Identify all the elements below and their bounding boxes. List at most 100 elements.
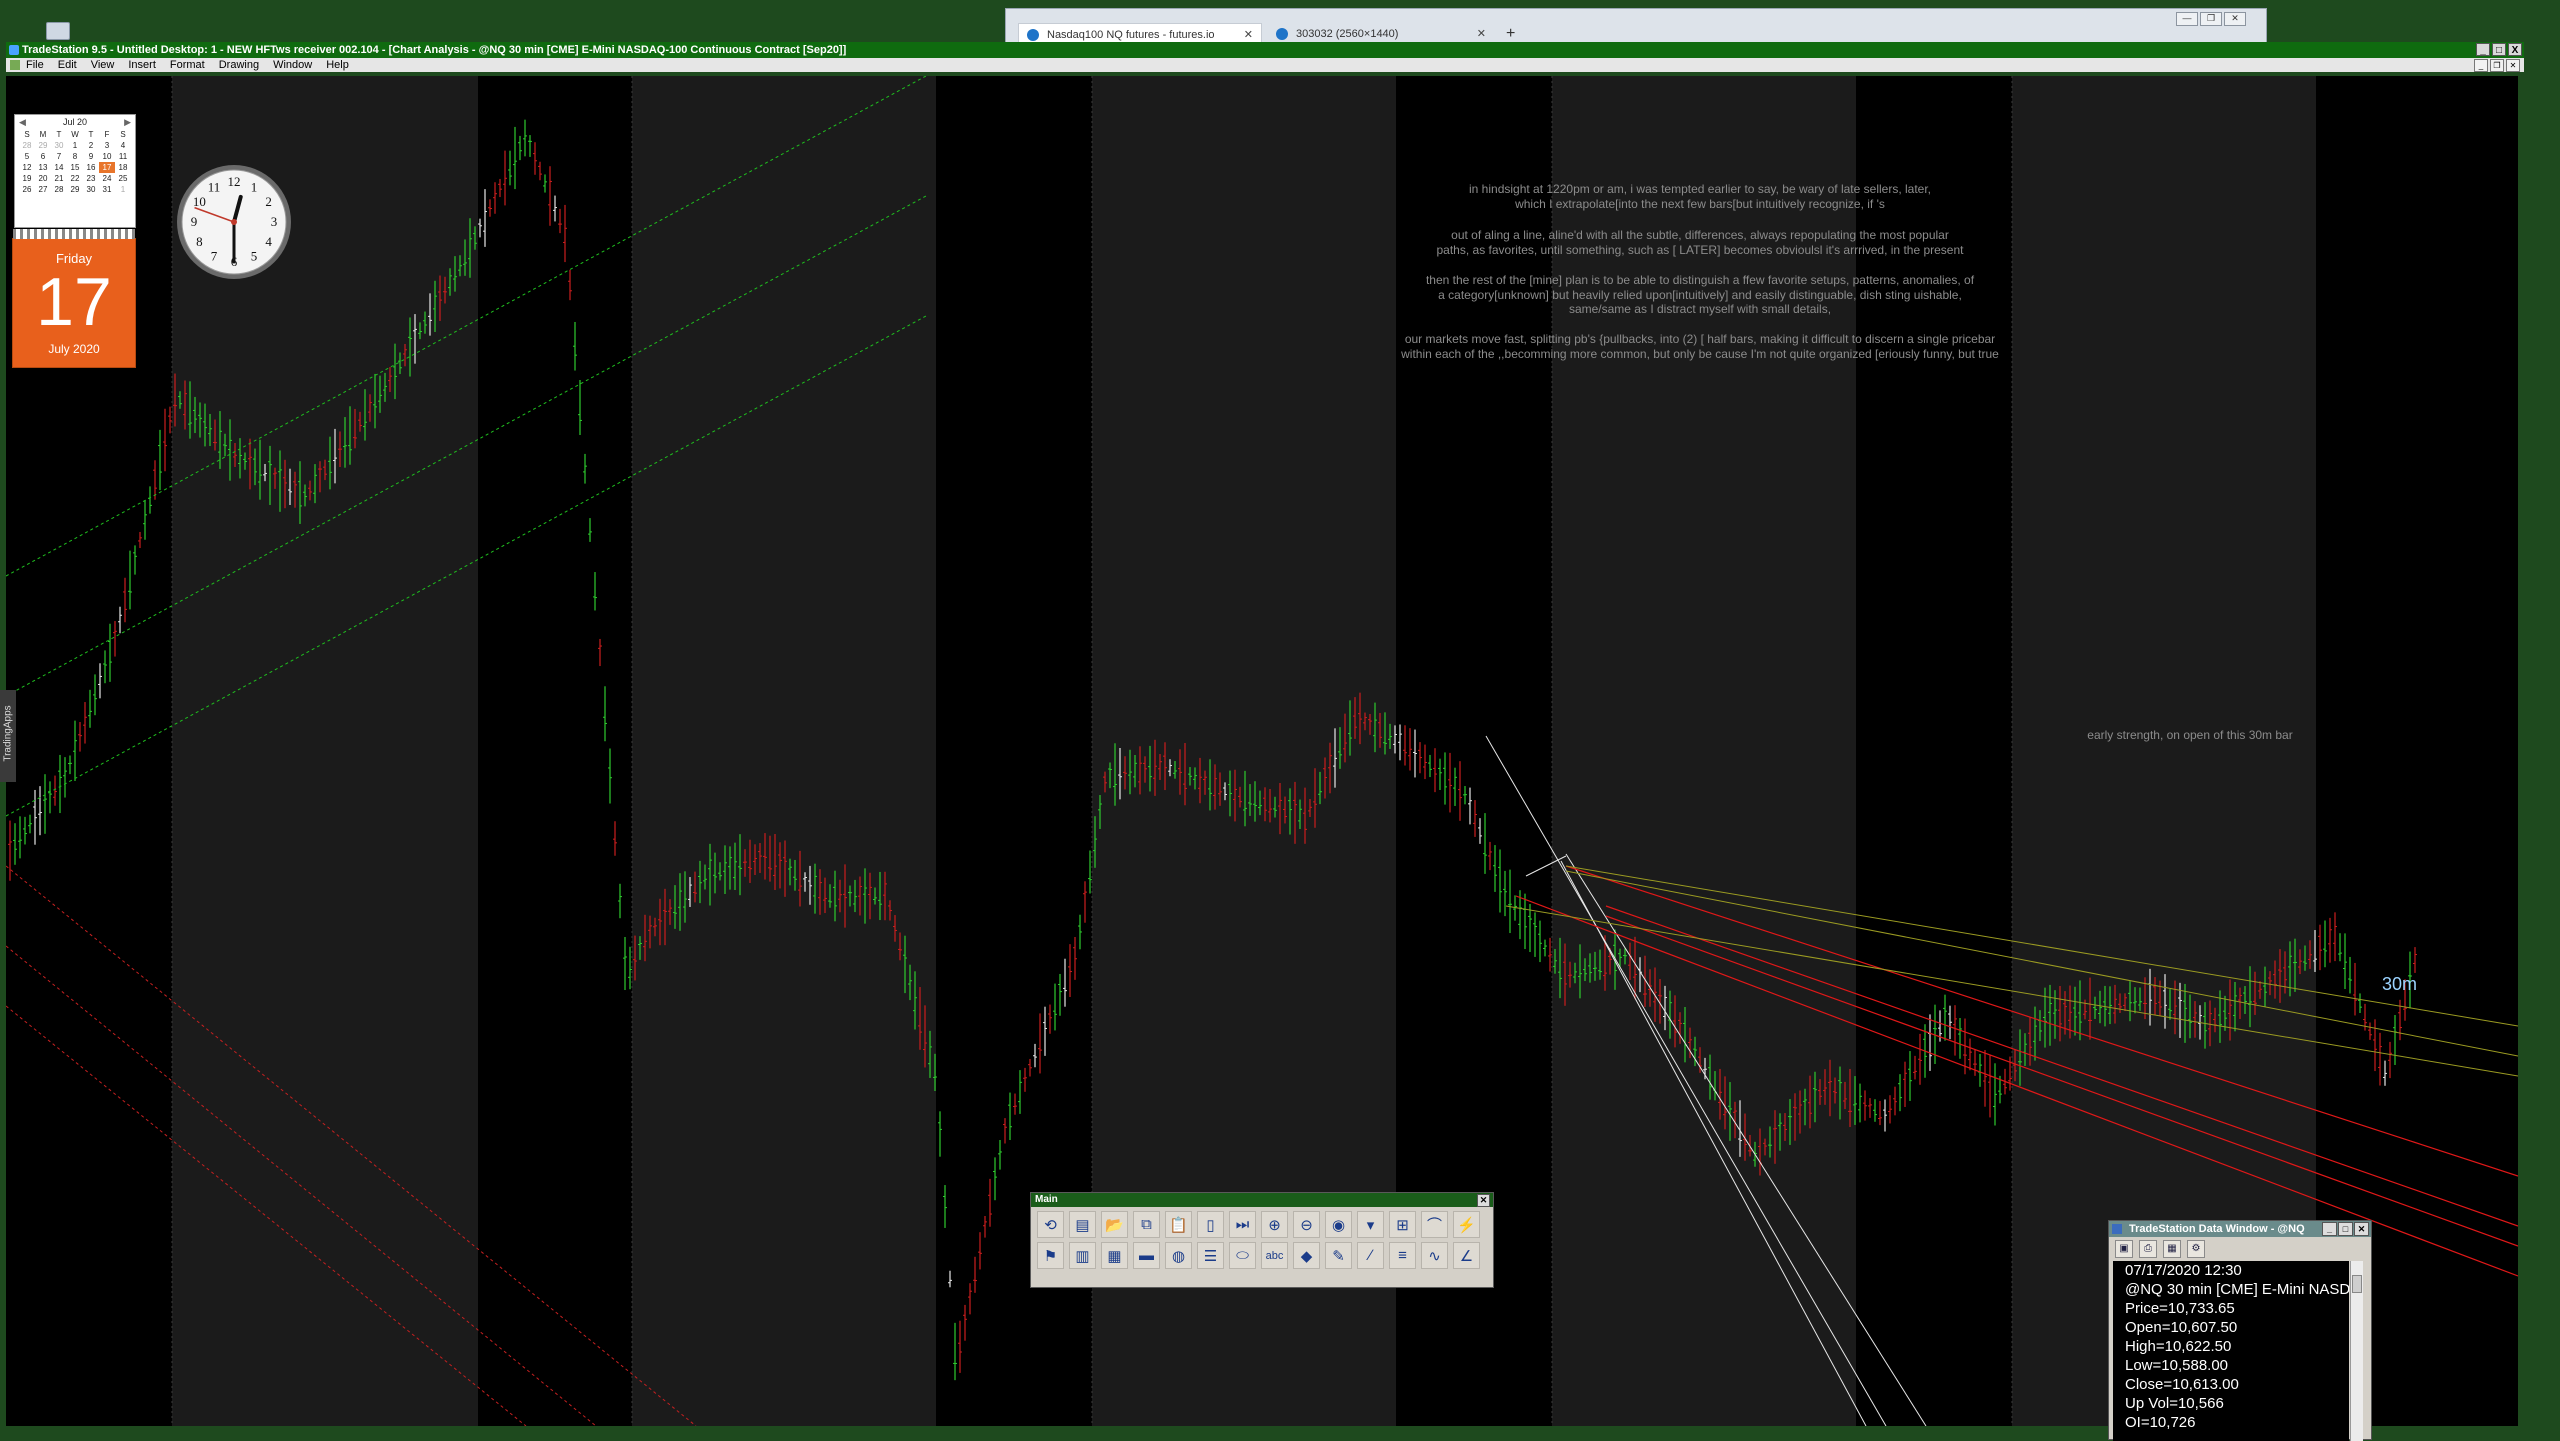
scrollbar-thumb[interactable] [2352, 1275, 2362, 1293]
magic-icon[interactable]: ⚡ [1453, 1211, 1480, 1238]
print-icon[interactable]: ⎙ [2139, 1240, 2157, 1258]
calendar-day[interactable]: 14 [51, 162, 67, 173]
maximize-button[interactable]: □ [2338, 1222, 2353, 1236]
calendar-day[interactable]: 20 [35, 173, 51, 184]
menu-view[interactable]: View [91, 59, 115, 71]
menu-drawing[interactable]: Drawing [219, 59, 259, 71]
minimize-button[interactable]: _ [2476, 43, 2490, 56]
close-button[interactable]: X [2508, 43, 2522, 56]
mdi-minimize-button[interactable]: _ [2474, 59, 2488, 72]
close-tab-icon[interactable]: ✕ [1244, 28, 1253, 41]
menu-edit[interactable]: Edit [58, 59, 77, 71]
text-icon[interactable]: abc [1261, 1242, 1288, 1269]
page-icon[interactable]: ▯ [1197, 1211, 1224, 1238]
calendar-day[interactable]: 28 [51, 184, 67, 195]
grid-view-icon[interactable]: ▦ [2163, 1240, 2181, 1258]
prev-month-icon[interactable]: ◀ [19, 115, 26, 129]
calendar-day[interactable]: 13 [35, 162, 51, 173]
goto-end-icon[interactable]: ⏭ [1229, 1211, 1256, 1238]
calendar-day[interactable]: 7 [51, 151, 67, 162]
pen-icon[interactable]: ✎ [1325, 1242, 1352, 1269]
calendar-day[interactable]: 3 [99, 140, 115, 151]
calendar-day[interactable]: 31 [99, 184, 115, 195]
bar-icon[interactable]: ▦ [1101, 1242, 1128, 1269]
calendar-day[interactable]: 19 [19, 173, 35, 184]
lines-icon[interactable]: ☰ [1197, 1242, 1224, 1269]
menu-help[interactable]: Help [326, 59, 349, 71]
calendar-day[interactable]: 4 [115, 140, 131, 151]
settings-icon[interactable]: ⚙ [2187, 1240, 2205, 1258]
calendar-day[interactable]: 2 [83, 140, 99, 151]
calendar-day[interactable]: 5 [19, 151, 35, 162]
calendar-day[interactable]: 16 [83, 162, 99, 173]
window-icon[interactable]: ▤ [1069, 1211, 1096, 1238]
recycle-bin-icon[interactable] [46, 22, 70, 40]
trading-apps-tab[interactable]: TradingApps [0, 690, 16, 782]
calendar-day[interactable]: 29 [67, 184, 83, 195]
calendar-day[interactable]: 11 [115, 151, 131, 162]
paste-icon[interactable]: 📋 [1165, 1211, 1192, 1238]
wave-icon[interactable]: ∿ [1421, 1242, 1448, 1269]
calendar-day[interactable]: 29 [35, 140, 51, 151]
zoom-in-icon[interactable]: ⊕ [1261, 1211, 1288, 1238]
calendar-gadget[interactable]: ◀ Jul 20 ▶ S M T W T F S 28 29 30 1 2 3 4 5 6 7 8 9 10 11 12 1… [14, 114, 136, 228]
dropdown-icon[interactable]: ▾ [1357, 1211, 1384, 1238]
calendar-day[interactable]: 15 [67, 162, 83, 173]
minimize-button[interactable]: — [2176, 12, 2198, 26]
close-toolbar-icon[interactable]: ✕ [1477, 1194, 1490, 1207]
calendar-day[interactable]: 12 [19, 162, 35, 173]
mdi-restore-button[interactable]: ❐ [2490, 59, 2504, 72]
calendar-day[interactable]: 25 [115, 173, 131, 184]
minimize-button[interactable]: _ [2322, 1222, 2337, 1236]
calendar-day[interactable]: 17 [99, 162, 115, 173]
copy-icon[interactable]: ⧉ [1133, 1211, 1160, 1238]
calendar-day[interactable]: 1 [67, 140, 83, 151]
grid-icon[interactable]: ⊞ [1389, 1211, 1416, 1238]
highlight-icon[interactable]: ◆ [1293, 1242, 1320, 1269]
chart-icon[interactable]: ▥ [1069, 1242, 1096, 1269]
close-button[interactable]: ✕ [2354, 1222, 2369, 1236]
calendar-day[interactable]: 10 [99, 151, 115, 162]
data-window-icon [2112, 1224, 2122, 1234]
angle-icon[interactable]: ∠ [1453, 1242, 1480, 1269]
calendar-day[interactable]: 6 [35, 151, 51, 162]
menu-format[interactable]: Format [170, 59, 205, 71]
chart-system-icon[interactable] [10, 60, 20, 70]
calendar-day[interactable]: 9 [83, 151, 99, 162]
calendar-day[interactable]: 24 [99, 173, 115, 184]
menu-window[interactable]: Window [273, 59, 312, 71]
calendar-day[interactable]: 8 [67, 151, 83, 162]
menu-insert[interactable]: Insert [128, 59, 156, 71]
calendar-day[interactable]: 28 [19, 140, 35, 151]
calendar-day[interactable]: 26 [19, 184, 35, 195]
trendline-icon[interactable]: ∕ [1357, 1242, 1384, 1269]
calendar-day[interactable]: 30 [83, 184, 99, 195]
ellipse-icon[interactable]: ⬭ [1229, 1242, 1256, 1269]
strategy-icon[interactable]: ⚑ [1037, 1242, 1064, 1269]
calendar-day[interactable]: 21 [51, 173, 67, 184]
maximize-button[interactable]: □ [2492, 43, 2506, 56]
new-tab-button[interactable]: + [1506, 25, 1515, 43]
gauge-icon[interactable]: ◍ [1165, 1242, 1192, 1269]
calendar-day[interactable]: 30 [51, 140, 67, 151]
color-bar-icon[interactable]: ▬ [1133, 1242, 1160, 1269]
fib-icon[interactable]: ≡ [1389, 1242, 1416, 1269]
restore-button[interactable]: ❐ [2200, 12, 2222, 26]
calendar-day[interactable]: 22 [67, 173, 83, 184]
calendar-day[interactable]: 18 [115, 162, 131, 173]
close-button[interactable]: ✕ [2224, 12, 2246, 26]
mdi-close-button[interactable]: ✕ [2506, 59, 2520, 72]
calendar-day[interactable]: 1 [115, 184, 131, 195]
zoom-out-icon[interactable]: ⊖ [1293, 1211, 1320, 1238]
save-icon[interactable]: ▣ [2115, 1240, 2133, 1258]
close-tab-icon[interactable]: ✕ [1477, 27, 1486, 40]
calendar-day[interactable]: 27 [35, 184, 51, 195]
refresh-icon[interactable]: ⟲ [1037, 1211, 1064, 1238]
next-month-icon[interactable]: ▶ [124, 115, 131, 129]
calendar-day[interactable]: 23 [83, 173, 99, 184]
open-folder-icon[interactable]: 📂 [1101, 1211, 1128, 1238]
indicator-icon[interactable]: ◉ [1325, 1211, 1352, 1238]
curve-icon[interactable]: ⌒ [1421, 1211, 1448, 1238]
menu-file[interactable]: File [26, 59, 44, 71]
scrollbar[interactable] [2350, 1261, 2363, 1441]
